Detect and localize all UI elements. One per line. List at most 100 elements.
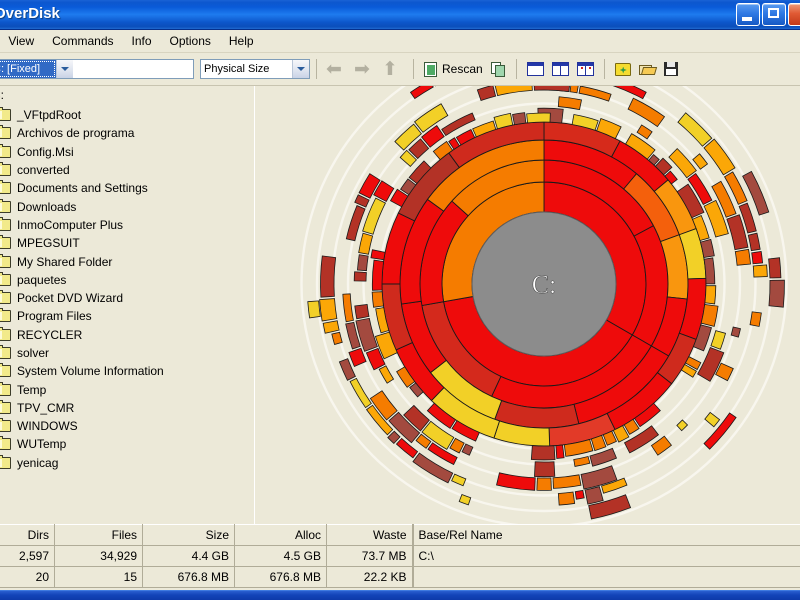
menu-item-help[interactable]: Help (220, 31, 263, 51)
sunburst-leaf-slice[interactable] (320, 299, 337, 321)
metric-select[interactable]: Physical Size (200, 59, 310, 79)
tree-item-paquetes[interactable]: paquetes (0, 271, 254, 289)
rescan-all-button[interactable] (488, 57, 509, 81)
sunburst-leaf-slice[interactable] (537, 478, 551, 491)
tree-item-label: WUTemp (17, 437, 66, 451)
tree-item-yenicag[interactable]: yenicag (0, 454, 254, 472)
sunburst-leaf-slice[interactable] (556, 445, 564, 458)
folder-icon (0, 457, 11, 469)
tree-item-tpv-cmr[interactable]: TPV_CMR (0, 399, 254, 417)
tree-item-label: yenicag (17, 456, 58, 470)
folder-icon (0, 256, 11, 268)
menu-item-view[interactable]: View (0, 31, 43, 51)
sunburst-chart-pane[interactable]: C: (260, 86, 800, 524)
menu-item-commands[interactable]: Commands (43, 31, 122, 51)
sunburst-chart[interactable]: C: (260, 86, 800, 524)
arrow-up-icon: ⬆ (382, 60, 398, 79)
column-header-files[interactable]: Files (55, 525, 143, 546)
tree-item-solver[interactable]: solver (0, 344, 254, 362)
folder-tree-pane[interactable]: C: _VFtpdRoot Archivos de programa Confi… (0, 86, 254, 524)
view-split-pane-button[interactable] (549, 57, 572, 81)
pane-split-detail-icon (577, 62, 594, 76)
drive-select[interactable]: C: [Fixed] (0, 59, 194, 79)
rescan-icon (424, 62, 437, 77)
cell-base-rel-name (413, 567, 800, 588)
sunburst-leaf-slice[interactable] (558, 492, 574, 505)
view-split-detail-button[interactable] (574, 57, 597, 81)
save-button[interactable] (661, 57, 681, 81)
view-single-pane-button[interactable] (524, 57, 547, 81)
sunburst-leaf-slice[interactable] (735, 249, 750, 265)
tree-item-mpegsuit[interactable]: MPEGSUIT (0, 234, 254, 252)
chevron-down-icon[interactable] (56, 60, 73, 78)
folder-icon (0, 365, 11, 377)
sunburst-leaf-slice[interactable] (731, 327, 740, 337)
column-header-base-rel-name[interactable]: Base/Rel Name (413, 525, 800, 546)
close-button[interactable] (788, 3, 800, 26)
tree-item-label: solver (17, 346, 49, 360)
select-folder-button[interactable] (612, 57, 634, 81)
sunburst-leaf-slice[interactable] (355, 305, 369, 319)
up-button[interactable]: ⬆ (382, 58, 404, 80)
content-area: C: _VFtpdRoot Archivos de programa Confi… (0, 86, 800, 524)
tree-item-recycler[interactable]: RECYCLER (0, 326, 254, 344)
tree-item-downloads[interactable]: Downloads (0, 197, 254, 215)
sunburst-leaf-slice[interactable] (308, 301, 321, 318)
sunburst-leaf-slice[interactable] (357, 255, 368, 271)
summary-table: Dirs Files Size Alloc Waste Base/Rel Nam… (0, 524, 800, 590)
sunburst-leaf-slice[interactable] (320, 256, 335, 297)
sunburst-leaf-slice[interactable] (769, 280, 784, 307)
tree-item-windows[interactable]: WINDOWS (0, 417, 254, 435)
menu-bar: t View Commands Info Options Help (0, 30, 800, 53)
table-row[interactable]: 2,597 34,929 4.4 GB 4.5 GB 73.7 MB C:\ (0, 546, 800, 567)
forward-button[interactable]: ➡ (354, 58, 376, 80)
tree-item-label: MPEGSUIT (17, 236, 80, 250)
folder-icon (0, 329, 11, 341)
tree-item-archivos-de-programa[interactable]: Archivos de programa (0, 124, 254, 142)
tree-item-vftpdroot[interactable]: _VFtpdRoot (0, 106, 254, 124)
maximize-button[interactable] (762, 3, 786, 26)
sunburst-leaf-slice[interactable] (372, 292, 383, 308)
sunburst-leaf-slice[interactable] (705, 286, 716, 304)
sunburst-leaf-slice[interactable] (769, 258, 781, 278)
sunburst-leaf-slice[interactable] (750, 312, 761, 327)
rescan-button[interactable]: Rescan (421, 57, 486, 81)
column-header-waste[interactable]: Waste (327, 525, 413, 546)
tree-item-inmocomputer-plus[interactable]: InmoComputer Plus (0, 216, 254, 234)
column-header-alloc[interactable]: Alloc (235, 525, 327, 546)
tree-item-label: Documents and Settings (17, 181, 148, 195)
minimize-button[interactable] (736, 3, 760, 26)
tree-item-pocket-dvd-wizard[interactable]: Pocket DVD Wizard (0, 289, 254, 307)
tree-item-documents-and-settings[interactable]: Documents and Settings (0, 179, 254, 197)
back-button[interactable]: ⬅ (326, 58, 348, 80)
open-button[interactable] (636, 57, 659, 81)
tree-item-converted[interactable]: converted (0, 161, 254, 179)
column-header-size[interactable]: Size (143, 525, 235, 546)
sunburst-leaf-slice[interactable] (585, 487, 603, 505)
sunburst-leaf-slice[interactable] (354, 272, 366, 281)
sunburst-leaf-slice[interactable] (570, 86, 578, 93)
sunburst-leaf-slice[interactable] (753, 265, 767, 277)
folder-icon (0, 420, 11, 432)
tree-item-config-msi[interactable]: Config.Msi (0, 143, 254, 161)
sunburst-leaf-slice[interactable] (752, 251, 763, 263)
menu-item-options[interactable]: Options (161, 31, 220, 51)
chevron-down-icon[interactable] (292, 60, 309, 78)
sunburst-leaf-slice[interactable] (704, 258, 715, 284)
sunburst-leaf-slice[interactable] (513, 113, 526, 125)
tree-item-program-files[interactable]: Program Files (0, 307, 254, 325)
sunburst-leaf-slice[interactable] (531, 446, 555, 460)
toolbar-separator (316, 59, 317, 79)
tree-item-system-volume-information[interactable]: System Volume Information (0, 362, 254, 380)
menu-item-info[interactable]: Info (123, 31, 161, 51)
window-title: OverDisk (0, 5, 60, 22)
tree-item-temp[interactable]: Temp (0, 380, 254, 398)
sunburst-leaf-slice[interactable] (575, 490, 584, 499)
column-header-dirs[interactable]: Dirs (0, 525, 55, 546)
sunburst-leaf-slice[interactable] (527, 113, 551, 123)
table-row[interactable]: 20 15 676.8 MB 676.8 MB 22.2 KB (0, 567, 800, 588)
tree-item-my-shared-folder[interactable]: My Shared Folder (0, 252, 254, 270)
sunburst-leaf-slice[interactable] (534, 462, 554, 477)
sunburst-leaf-slice[interactable] (372, 260, 383, 290)
tree-item-wutemp[interactable]: WUTemp (0, 435, 254, 453)
